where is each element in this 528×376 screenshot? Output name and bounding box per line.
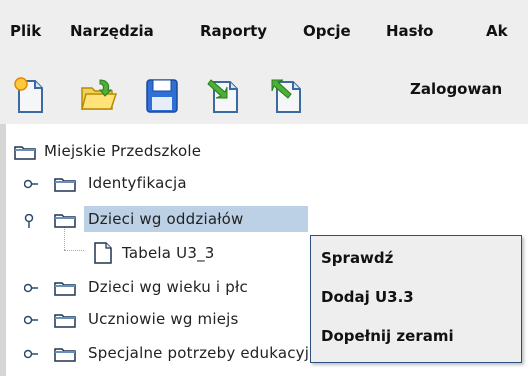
tree-root-label: Miejskie Przedszkole [44, 142, 202, 160]
tree-item-label: Tabela U3_3 [122, 244, 215, 262]
tree-item-label: Dzieci wg oddziałów [88, 210, 244, 228]
folder-icon [54, 312, 76, 328]
collapsed-handle-icon[interactable] [24, 314, 38, 326]
tree-item-label: Identyfikacja [88, 174, 187, 192]
tree-connector [64, 250, 84, 251]
menu-plik[interactable]: Plik [10, 22, 41, 40]
save-button[interactable] [142, 76, 182, 116]
tree-item-identyfikacja[interactable]: Identyfikacja [24, 170, 324, 196]
context-menu: Sprawdź Dodaj U3.3 Dopełnij zerami [310, 235, 522, 363]
tree-item-dzieci-wg-oddzialow[interactable]: Dzieci wg oddziałów [24, 206, 324, 232]
collapsed-handle-icon[interactable] [24, 178, 38, 190]
import-button[interactable] [205, 76, 245, 116]
tree-item-label: Dzieci wg wieku i płc [88, 278, 248, 296]
document-icon [94, 242, 112, 264]
tree-item-tabela-u3-3[interactable]: Tabela U3_3 [90, 240, 290, 266]
folder-icon [54, 176, 76, 192]
collapsed-handle-icon[interactable] [24, 348, 38, 360]
folder-icon [54, 280, 76, 296]
context-item-sprawdz[interactable]: Sprawdź [321, 249, 393, 267]
logged-in-label: Zalogowan [410, 80, 503, 98]
context-item-dopelnij-zerami[interactable]: Dopełnij zerami [321, 327, 454, 345]
save-icon [146, 79, 178, 113]
context-item-dodaj[interactable]: Dodaj U3.3 [321, 288, 414, 306]
export-icon [271, 79, 301, 113]
folder-icon [14, 144, 36, 160]
tree-root[interactable]: Miejskie Przedszkole [12, 138, 312, 164]
new-document-icon [14, 77, 43, 113]
menu-bar: Plik Narzędzia Raporty Opcje Hasło Ak [0, 0, 528, 58]
menu-haslo[interactable]: Hasło [386, 22, 433, 40]
collapsed-handle-icon[interactable] [24, 282, 38, 294]
export-button[interactable] [268, 76, 308, 116]
tree-item-label: Uczniowie wg miejs [88, 310, 239, 328]
tree-item-dzieci-wg-wieku[interactable]: Dzieci wg wieku i płc [24, 274, 324, 300]
folder-icon [54, 346, 76, 362]
import-icon [207, 79, 238, 113]
menu-opcje[interactable]: Opcje [303, 22, 351, 40]
menu-raporty[interactable]: Raporty [200, 22, 267, 40]
tree-item-uczniowie[interactable]: Uczniowie wg miejs [24, 306, 324, 332]
folder-icon [54, 212, 76, 228]
new-document-button[interactable] [10, 76, 50, 116]
open-folder-icon [81, 79, 118, 110]
open-folder-button[interactable] [78, 76, 118, 116]
menu-narzedzia[interactable]: Narzędzia [70, 22, 154, 40]
expanded-handle-icon[interactable] [24, 214, 38, 228]
menu-ak[interactable]: Ak [486, 22, 508, 40]
